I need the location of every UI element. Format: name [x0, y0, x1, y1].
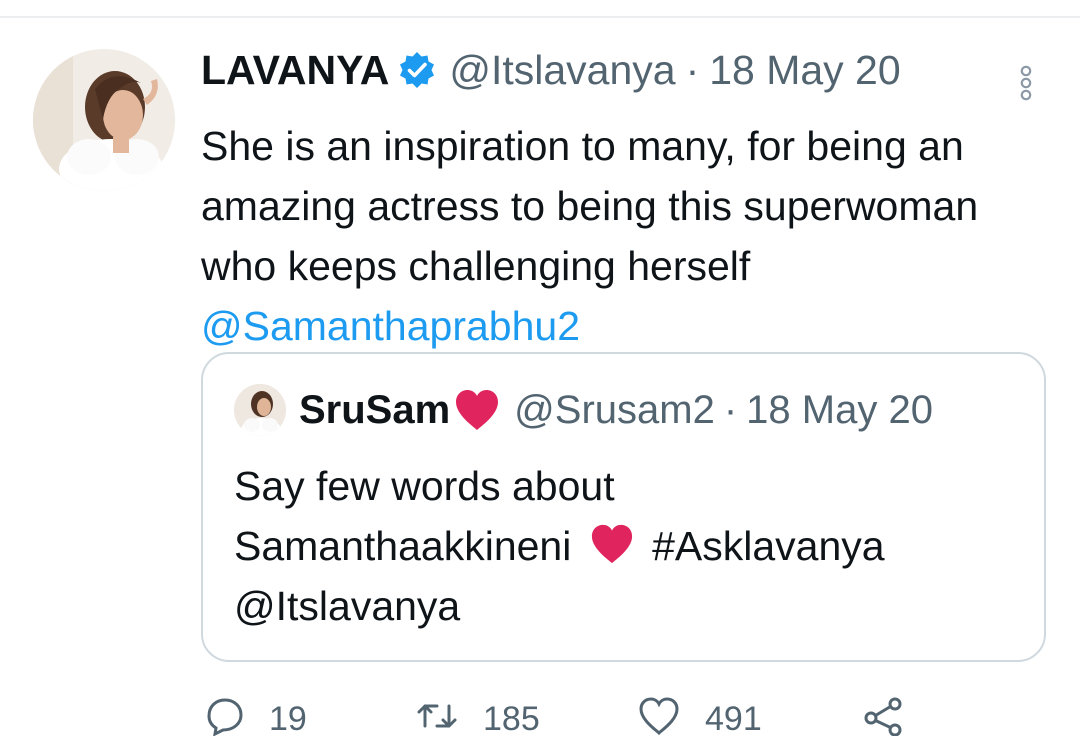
quoted-text-line-2: Samanthaakkineni #Asklavanya — [234, 516, 1024, 576]
quoted-tweet-header: SruSam @Srusam2 · 18 May 20 — [299, 382, 933, 438]
retweet-count: 185 — [483, 700, 540, 738]
tweet-actions: 19 185 491 — [201, 696, 1061, 739]
like-button[interactable]: 491 — [637, 696, 762, 739]
retweet-button[interactable]: 185 — [415, 696, 540, 739]
quoted-display-name[interactable]: SruSam — [299, 388, 450, 433]
quoted-tweet-card[interactable]: SruSam @Srusam2 · 18 May 20 Say few word… — [201, 352, 1046, 662]
quoted-author-avatar[interactable] — [234, 384, 286, 436]
quoted-handle[interactable]: @Srusam2 — [514, 388, 715, 433]
quoted-text-line-3: @Itslavanya — [234, 583, 461, 629]
mention-link[interactable]: @Samanthaprabhu2 — [201, 303, 580, 349]
quoted-tweet-text: Say few words about Samanthaakkineni #As… — [234, 456, 1024, 636]
like-count: 491 — [705, 700, 762, 738]
more-options-icon[interactable] — [1017, 63, 1035, 103]
retweet-icon — [417, 704, 457, 728]
author-avatar-image — [33, 49, 175, 191]
inline-red-heart-icon — [587, 522, 637, 566]
quoted-date[interactable]: 18 May 20 — [746, 388, 933, 433]
tweet[interactable]: LAVANYA @Itslavanya · 18 May 20 She is a… — [0, 18, 1080, 738]
share-button[interactable] — [861, 696, 905, 736]
author-display-name[interactable]: LAVANYA — [201, 47, 389, 94]
quoted-text-line-2-start: Samanthaakkineni — [234, 523, 583, 569]
like-icon — [639, 697, 679, 736]
tweet-text-content: She is an inspiration to many, for being… — [201, 123, 979, 289]
quoted-text-line-1: Say few words about — [234, 463, 615, 509]
quoted-avatar-image — [234, 384, 286, 436]
tweet-text: She is an inspiration to many, for being… — [201, 116, 1061, 356]
hashtag-text: #Asklavanya — [640, 523, 885, 569]
header-separator: · — [685, 46, 700, 93]
author-handle[interactable]: @Itslavanya — [449, 47, 675, 94]
red-heart-icon — [452, 387, 502, 433]
quoted-header-separator: · — [723, 387, 738, 432]
share-icon — [864, 697, 902, 736]
tweet-date[interactable]: 18 May 20 — [709, 47, 900, 94]
verified-badge-icon — [397, 50, 437, 90]
reply-icon — [207, 698, 243, 736]
tweet-header: LAVANYA @Itslavanya · 18 May 20 — [201, 40, 901, 100]
reply-count: 19 — [269, 700, 307, 738]
reply-button[interactable]: 19 — [201, 696, 307, 739]
author-avatar[interactable] — [33, 49, 175, 191]
